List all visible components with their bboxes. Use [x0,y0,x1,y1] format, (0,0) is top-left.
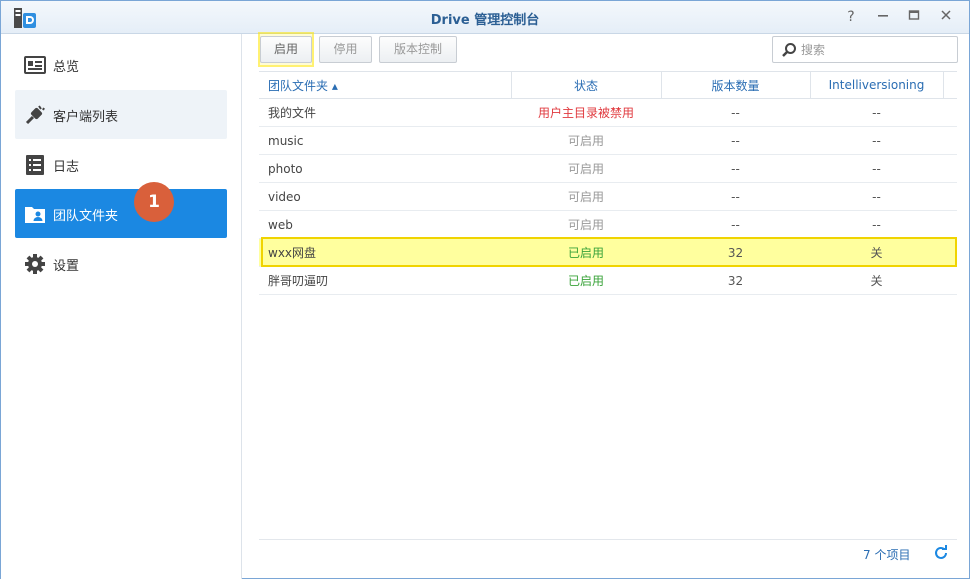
footer-divider [259,539,957,540]
window-title: Drive 管理控制台 [430,13,540,28]
overview-icon [24,56,46,74]
table-row[interactable]: music 可启用 -- -- [259,126,957,155]
client-list-icon [25,105,45,125]
sidebar-item-label: 日志 [53,160,80,175]
folder-status: 可启用 [511,210,661,239]
main-panel: 启用 停用 版本控制 团队文件夹 ▴ 状态 版本数量 Intelliversio… [243,32,969,579]
enable-button[interactable]: 启用 [260,36,312,63]
intelliversioning-value: -- [810,126,943,155]
sidebar-item-client-list[interactable]: 客户端列表 [15,90,227,139]
column-header-intelliversioning[interactable]: Intelliversioning [809,71,943,99]
version-count: 32 [661,238,810,267]
table-row[interactable]: video 可启用 -- -- [259,182,957,211]
row-spacer [943,126,957,155]
annotation-step-badge: 1 [134,182,174,222]
column-header-spacer [942,71,957,99]
folder-status: 可启用 [511,182,661,211]
folder-name: video [259,182,511,211]
maximize-icon [908,10,920,20]
folder-status: 已启用 [511,238,661,267]
maximize-button[interactable] [904,8,924,26]
help-button[interactable]: ? [841,8,861,26]
intelliversioning-value: -- [810,182,943,211]
disable-button[interactable]: 停用 [319,36,372,63]
folder-name: music [259,126,511,155]
folder-status: 已启用 [511,266,661,295]
gear-icon [25,254,45,274]
table-header-row: 团队文件夹 ▴ 状态 版本数量 Intelliversioning [259,71,957,99]
team-folder-icon [25,207,45,223]
table-row[interactable]: 我的文件 用户主目录被禁用 -- -- [259,98,957,127]
version-count: -- [661,154,810,183]
item-count: 7 个项目 [863,548,911,562]
column-header-status[interactable]: 状态 [510,71,661,99]
team-folder-table: 团队文件夹 ▴ 状态 版本数量 Intelliversioning 我的文件 用… [259,71,957,295]
folder-name: 我的文件 [259,98,511,127]
version-count: 32 [661,266,810,295]
close-icon [941,10,951,20]
folder-name: wxx网盘 [259,238,511,267]
refresh-icon[interactable] [933,545,949,561]
table-row-highlighted[interactable]: wxx网盘 已启用 32 关 [259,238,957,267]
sidebar-item-label: 设置 [53,259,80,274]
row-spacer [943,182,957,211]
column-header-version-count[interactable]: 版本数量 [660,71,810,99]
table-row[interactable]: photo 可启用 -- -- [259,154,957,183]
folder-name: photo [259,154,511,183]
version-count: -- [661,126,810,155]
minimize-button[interactable] [873,8,893,26]
column-header-team-folder[interactable]: 团队文件夹 ▴ [259,71,511,99]
sidebar-item-label: 总览 [53,60,80,75]
table-row[interactable]: web 可启用 -- -- [259,210,957,239]
folder-name: web [259,210,511,239]
intelliversioning-value: -- [810,210,943,239]
drive-admin-console-window: Drive 管理控制台 ? 总览 客户端列表 日志 团队文件夹 设置 1 启用 … [0,0,970,579]
table-row[interactable]: 胖哥叨逼叨 已启用 32 关 [259,266,957,295]
intelliversioning-value: -- [810,98,943,127]
intelliversioning-value: -- [810,154,943,183]
version-count: -- [661,210,810,239]
intelliversioning-value: 关 [810,238,943,267]
search-box[interactable] [772,36,958,63]
sidebar: 总览 客户端列表 日志 团队文件夹 设置 [1,34,242,579]
sidebar-item-label: 团队文件夹 [53,209,119,224]
folder-name: 胖哥叨逼叨 [259,266,511,295]
folder-status: 可启用 [511,126,661,155]
sidebar-item-team-folder[interactable]: 团队文件夹 [15,189,227,238]
log-icon [26,155,44,175]
row-spacer [943,238,957,267]
row-spacer [943,266,957,295]
version-control-button[interactable]: 版本控制 [379,36,457,63]
version-count: -- [661,182,810,211]
search-icon [782,43,796,57]
folder-status: 可启用 [511,154,661,183]
close-button[interactable] [936,8,956,26]
version-count: -- [661,98,810,127]
sidebar-item-log[interactable]: 日志 [15,140,227,189]
title-bar[interactable]: Drive 管理控制台 ? [1,1,969,34]
sidebar-item-label: 客户端列表 [53,110,119,125]
search-input[interactable] [801,41,951,59]
folder-status: 用户主目录被禁用 [511,98,661,127]
sidebar-item-overview[interactable]: 总览 [15,40,227,89]
minimize-icon [878,15,888,17]
intelliversioning-value: 关 [810,266,943,295]
row-spacer [943,154,957,183]
row-spacer [943,98,957,127]
row-spacer [943,210,957,239]
sidebar-item-settings[interactable]: 设置 [15,239,227,288]
